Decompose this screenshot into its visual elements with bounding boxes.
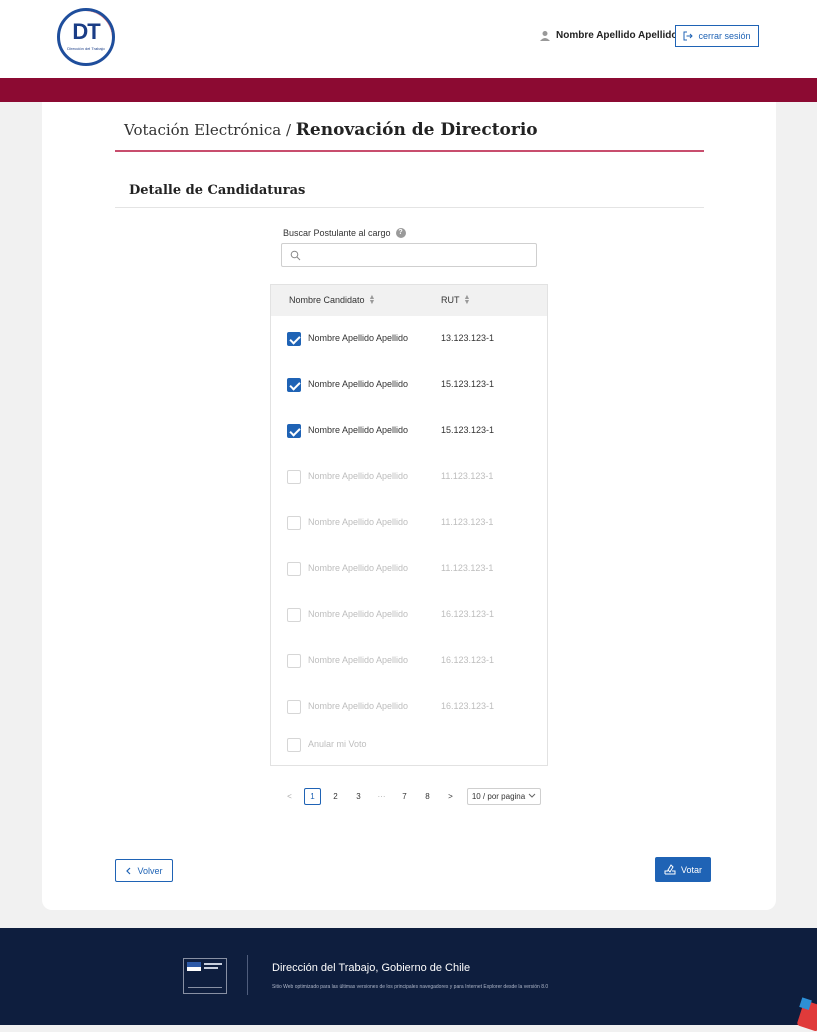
row-checkbox xyxy=(287,516,301,530)
table-row[interactable]: Nombre Apellido Apellido 15.123.123-1 xyxy=(271,362,547,408)
user-icon xyxy=(540,31,550,41)
gobierno-logo[interactable] xyxy=(183,958,227,994)
search-icon xyxy=(290,250,301,261)
page-size-select[interactable]: 10 / por pagina xyxy=(467,787,541,805)
logout-label: cerrar sesión xyxy=(698,31,751,41)
search-label-wrap: Buscar Postulante al cargo ? xyxy=(283,228,406,238)
table-row[interactable]: Nombre Apellido Apellido 13.123.123-1 xyxy=(271,316,547,362)
candidate-name: Nombre Apellido Apellido xyxy=(308,609,409,619)
logo-text: DT xyxy=(72,19,100,44)
table-header: Nombre Candidato ▲ ▼ RUT ▲ ▼ xyxy=(271,285,547,316)
candidate-rut: 16.123.123-1 xyxy=(441,701,495,711)
page-button-1[interactable]: 1 xyxy=(304,787,321,805)
brand-bar xyxy=(0,78,817,102)
dt-logo[interactable]: DT Dirección del Trabajo xyxy=(57,8,115,66)
row-checkbox[interactable] xyxy=(287,424,301,438)
vote-label: Votar xyxy=(680,864,702,875)
search-field[interactable] xyxy=(281,243,537,267)
user-name: Nombre Apellido Apellido xyxy=(556,30,678,41)
page-button-2[interactable]: 2 xyxy=(327,788,344,805)
candidate-name: Nombre Apellido Apellido xyxy=(308,471,409,481)
logo-line xyxy=(204,967,218,969)
candidate-rut: 11.123.123-1 xyxy=(441,517,494,527)
row-checkbox xyxy=(287,608,301,622)
page-ellipsis[interactable]: ··· xyxy=(373,788,390,805)
candidate-name: Nombre Apellido Apellido xyxy=(308,655,409,665)
page-button-3[interactable]: 3 xyxy=(350,788,367,805)
column-header-name[interactable]: Nombre Candidato ▲ ▼ xyxy=(289,294,376,306)
candidate-rut: 15.123.123-1 xyxy=(441,425,495,435)
logout-icon xyxy=(683,31,694,41)
column-header-rut[interactable]: RUT ▲ ▼ xyxy=(441,294,471,306)
sort-icon: ▲ ▼ xyxy=(368,294,376,306)
candidate-name: Nombre Apellido Apellido xyxy=(308,563,409,573)
logo-line xyxy=(204,963,222,965)
candidate-name: Nombre Apellido Apellido xyxy=(308,333,409,343)
row-checkbox xyxy=(287,654,301,668)
help-icon[interactable]: ? xyxy=(395,228,406,238)
candidate-name: Nombre Apellido Apellido xyxy=(308,425,409,435)
title-divider xyxy=(115,150,704,152)
page-button-7[interactable]: 7 xyxy=(396,788,413,805)
section-title: Detalle de Candidaturas xyxy=(129,183,306,198)
corner-decoration xyxy=(796,1000,817,1032)
logo-line xyxy=(188,987,222,988)
footer-title: Dirección del Trabajo, Gobierno de Chile xyxy=(272,962,471,974)
row-checkbox xyxy=(287,562,301,576)
ballot-icon xyxy=(664,864,676,875)
candidates-table: Nombre Candidato ▲ ▼ RUT ▲ ▼ Nombre Apelli… xyxy=(270,284,548,766)
page-title-main: Renovación de Directorio xyxy=(295,120,538,140)
prev-page-button[interactable]: < xyxy=(281,788,298,805)
chevron-left-icon xyxy=(126,867,131,874)
row-checkbox xyxy=(287,700,301,714)
top-header: DT Dirección del Trabajo Nombre Apellido… xyxy=(0,0,817,78)
row-checkbox[interactable] xyxy=(287,378,301,392)
table-row: Nombre Apellido Apellido 16.123.123-1 xyxy=(271,638,547,684)
column-header-label: Nombre Candidato xyxy=(289,295,365,305)
table-row: Nombre Apellido Apellido 11.123.123-1 xyxy=(271,454,547,500)
search-label: Buscar Postulante al cargo xyxy=(283,228,391,238)
logout-button[interactable]: cerrar sesión xyxy=(675,25,759,47)
vote-button[interactable]: Votar xyxy=(655,857,711,882)
pagination: < 1 2 3 ··· 7 8 > 10 / por pagina xyxy=(281,786,541,806)
candidate-rut: 15.123.123-1 xyxy=(441,379,495,389)
page-button-8[interactable]: 8 xyxy=(419,788,436,805)
candidate-rut: 11.123.123-1 xyxy=(441,471,494,481)
annul-vote-row: Anular mi Voto xyxy=(271,722,547,768)
candidate-name: Nombre Apellido Apellido xyxy=(308,701,409,711)
column-header-label: RUT xyxy=(441,295,460,305)
breadcrumb-prefix: Votación Electrónica / xyxy=(124,121,291,139)
candidate-name: Nombre Apellido Apellido xyxy=(308,379,409,389)
chevron-down-icon xyxy=(528,793,536,798)
footer-divider xyxy=(247,955,248,995)
next-page-button[interactable]: > xyxy=(442,788,459,805)
table-row[interactable]: Nombre Apellido Apellido 15.123.123-1 xyxy=(271,408,547,454)
row-checkbox[interactable] xyxy=(287,332,301,346)
back-button[interactable]: Volver xyxy=(115,859,173,882)
sort-icon: ▲ ▼ xyxy=(463,294,471,306)
back-label: Volver xyxy=(137,865,163,876)
candidate-name: Nombre Apellido Apellido xyxy=(308,517,409,527)
footer-note: Sitio Web optimizado para las últimas ve… xyxy=(272,984,549,990)
page-title: Votación Electrónica / Renovación de Dir… xyxy=(124,120,538,140)
candidate-rut: 11.123.123-1 xyxy=(441,563,494,573)
footer xyxy=(0,928,817,1025)
search-input[interactable] xyxy=(308,247,532,265)
annul-vote-label: Anular mi Voto xyxy=(308,739,367,749)
candidate-rut: 16.123.123-1 xyxy=(441,655,495,665)
candidate-rut: 16.123.123-1 xyxy=(441,609,495,619)
table-row: Nombre Apellido Apellido 11.123.123-1 xyxy=(271,546,547,592)
candidate-rut: 13.123.123-1 xyxy=(441,333,495,343)
page-size-value: 10 / por pagina xyxy=(471,791,526,801)
section-divider xyxy=(115,207,704,208)
chile-flag-icon xyxy=(187,962,201,971)
row-checkbox xyxy=(287,470,301,484)
table-row: Nombre Apellido Apellido 11.123.123-1 xyxy=(271,500,547,546)
annul-vote-checkbox xyxy=(287,738,301,752)
table-row: Nombre Apellido Apellido 16.123.123-1 xyxy=(271,592,547,638)
logo-subtitle: Dirección del Trabajo xyxy=(67,46,105,51)
